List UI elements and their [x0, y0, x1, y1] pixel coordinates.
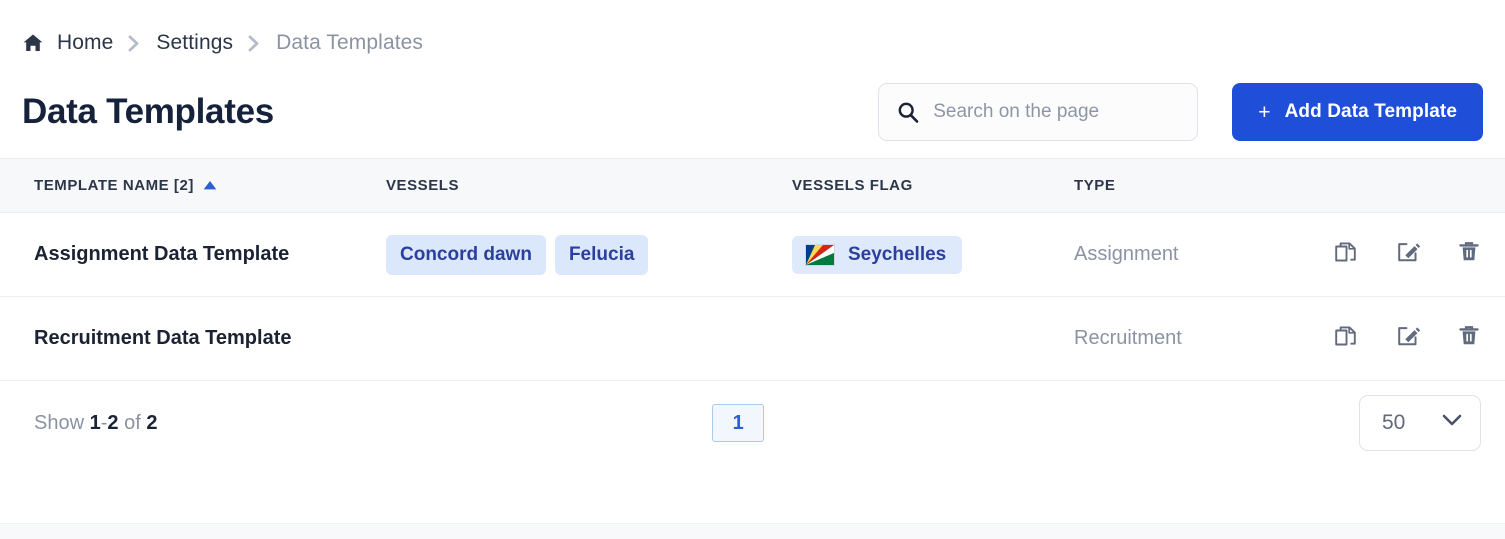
add-data-template-label: Add Data Template [1284, 101, 1457, 122]
table-footer: Show 1-2 of 2 1 50 [0, 381, 1505, 465]
add-data-template-button[interactable]: + Add Data Template [1232, 83, 1483, 141]
show-prefix: Show [34, 411, 85, 434]
column-label-template-name: TEMPLATE NAME [2] [34, 177, 194, 194]
cell-type: Assignment [1074, 243, 1308, 266]
table-header-row: TEMPLATE NAME [2] VESSELS VESSELS FLAG T… [0, 158, 1505, 213]
column-header-type[interactable]: TYPE [1074, 177, 1308, 194]
column-header-vessels-flag[interactable]: VESSELS FLAG [792, 177, 1074, 194]
page-header: Data Templates + Add Data Template [0, 66, 1505, 158]
home-icon [22, 33, 44, 53]
copy-icon[interactable] [1333, 323, 1359, 354]
copy-icon[interactable] [1333, 239, 1359, 270]
breadcrumb-item-data-templates: Data Templates [276, 31, 423, 55]
chevron-right-icon [245, 35, 264, 52]
breadcrumb-item-settings[interactable]: Settings [156, 31, 233, 55]
breadcrumb: Home Settings Data Templates [0, 0, 1505, 60]
type-label: Recruitment [1074, 327, 1182, 349]
table-row[interactable]: Assignment Data Template Concord dawn Fe… [0, 213, 1505, 297]
bottom-strip [0, 523, 1505, 539]
seychelles-flag-icon [805, 243, 835, 266]
plus-icon: + [1258, 100, 1271, 124]
search-box[interactable] [878, 83, 1199, 141]
page-size-value: 50 [1382, 411, 1406, 434]
delete-icon[interactable] [1457, 323, 1481, 354]
cell-actions [1308, 239, 1505, 270]
search-icon [897, 101, 919, 123]
pagination: 1 [117, 404, 1359, 442]
delete-icon[interactable] [1457, 239, 1481, 270]
flag-chip[interactable]: Seychelles [792, 235, 963, 274]
vessel-chip[interactable]: Concord dawn [386, 234, 546, 275]
breadcrumb-item-home[interactable]: Home [22, 31, 113, 55]
edit-icon[interactable] [1395, 323, 1421, 354]
breadcrumb-label-settings: Settings [156, 31, 234, 54]
chevron-down-icon [1442, 414, 1462, 432]
column-header-vessels[interactable]: VESSELS [386, 177, 792, 194]
column-label-vessels-flag: VESSELS FLAG [792, 177, 913, 194]
page-size-select[interactable]: 50 [1359, 395, 1481, 451]
cell-vessels: Concord dawn Felucia [386, 234, 792, 275]
breadcrumb-label-data-templates: Data Templates [276, 31, 424, 54]
edit-icon[interactable] [1395, 239, 1421, 270]
sort-ascending-icon[interactable] [203, 177, 217, 194]
flag-country-label: Seychelles [848, 243, 947, 265]
table-row[interactable]: Recruitment Data Template Recruitment [0, 297, 1505, 381]
chevron-right-icon [125, 35, 144, 52]
cell-template-name: Recruitment Data Template [0, 327, 386, 350]
cell-vessels-flag: Seychelles [792, 235, 1074, 274]
vessel-chip-list: Concord dawn Felucia [386, 234, 792, 275]
cell-type: Recruitment [1074, 327, 1308, 350]
page-button-1[interactable]: 1 [712, 404, 765, 442]
column-header-template-name[interactable]: TEMPLATE NAME [2] [0, 177, 386, 194]
column-label-vessels: VESSELS [386, 177, 460, 194]
type-label: Assignment [1074, 243, 1179, 265]
vessel-chip[interactable]: Felucia [554, 234, 649, 275]
cell-actions [1308, 323, 1505, 354]
breadcrumb-label-home: Home [57, 31, 114, 54]
template-name-label: Recruitment Data Template [34, 327, 292, 349]
cell-template-name: Assignment Data Template [0, 243, 386, 266]
column-label-type: TYPE [1074, 177, 1116, 194]
data-templates-table: TEMPLATE NAME [2] VESSELS VESSELS FLAG T… [0, 158, 1505, 381]
range-start: 1 [89, 411, 101, 434]
search-input[interactable] [933, 101, 1180, 123]
template-name-label: Assignment Data Template [34, 243, 290, 265]
page-title: Data Templates [22, 92, 274, 131]
